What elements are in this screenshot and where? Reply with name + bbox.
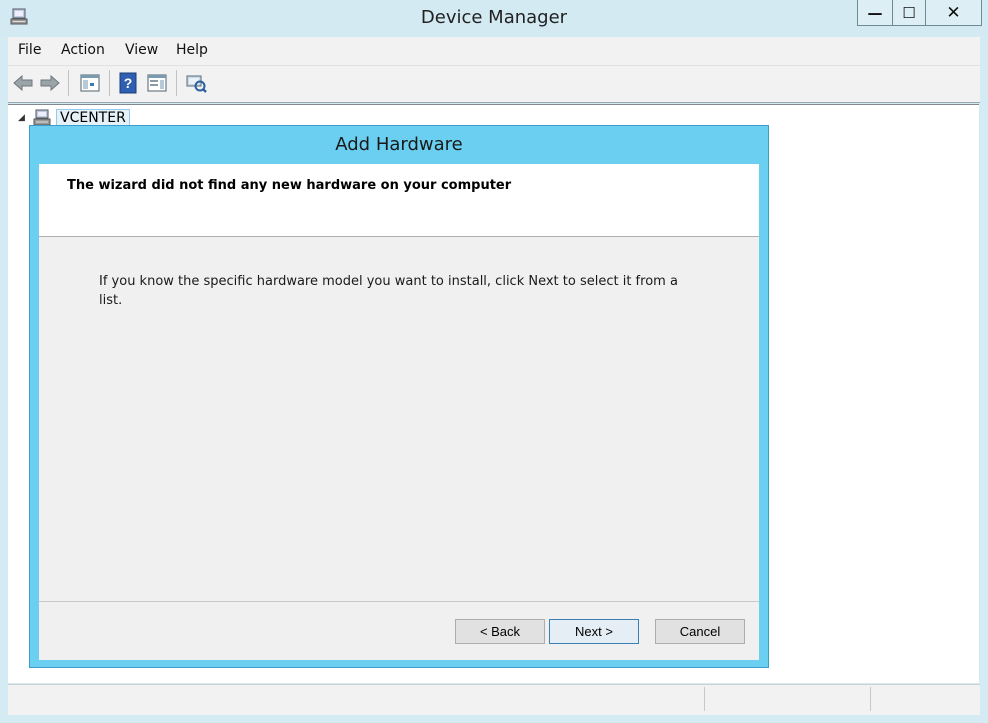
close-button[interactable]: ✕	[925, 0, 982, 26]
minimize-button[interactable]: —	[857, 0, 893, 26]
wizard-instructions: If you know the specific hardware model …	[99, 274, 678, 308]
maximize-icon: ☐	[902, 3, 916, 22]
toolbar-separator	[68, 70, 69, 96]
status-bar	[8, 684, 980, 715]
dialog-title: Add Hardware	[335, 134, 463, 155]
help-icon[interactable]: ?	[116, 71, 140, 95]
add-hardware-dialog: Add Hardware The wizard did not find any…	[29, 125, 769, 668]
back-button[interactable]: < Back	[455, 619, 545, 644]
next-button[interactable]: Next >	[549, 619, 639, 644]
menu-bar: File Action View Help	[8, 37, 980, 66]
close-icon: ✕	[946, 2, 961, 23]
wizard-heading: The wizard did not find any new hardware…	[67, 178, 512, 193]
svg-text:?: ?	[124, 75, 133, 91]
dialog-header: The wizard did not find any new hardware…	[39, 164, 759, 237]
maximize-button[interactable]: ☐	[892, 0, 926, 26]
device-manager-window: Device Manager — ☐ ✕ File Action View He…	[0, 0, 988, 723]
show-hide-tree-icon[interactable]	[78, 71, 102, 95]
status-cell	[704, 687, 871, 711]
footer-divider	[39, 601, 759, 602]
title-bar: Device Manager — ☐ ✕	[0, 0, 988, 36]
toolbar-separator	[176, 70, 177, 96]
menu-action[interactable]: Action	[61, 42, 105, 58]
menu-help[interactable]: Help	[176, 42, 208, 58]
window-title: Device Manager	[420, 7, 568, 28]
back-arrow-icon[interactable]	[11, 71, 35, 95]
expander-icon[interactable]: ◢	[18, 113, 32, 123]
menu-file[interactable]: File	[18, 42, 41, 58]
forward-arrow-icon[interactable]	[38, 71, 62, 95]
toolbar-separator	[109, 70, 110, 96]
toolbar: ?	[8, 66, 980, 103]
dialog-body: The wizard did not find any new hardware…	[39, 164, 759, 660]
menu-view[interactable]: View	[125, 42, 158, 58]
minimize-icon: —	[867, 3, 883, 22]
properties-icon[interactable]	[145, 71, 169, 95]
cancel-button[interactable]: Cancel	[655, 619, 745, 644]
status-cell	[870, 687, 979, 711]
scan-hardware-icon[interactable]	[184, 71, 208, 95]
